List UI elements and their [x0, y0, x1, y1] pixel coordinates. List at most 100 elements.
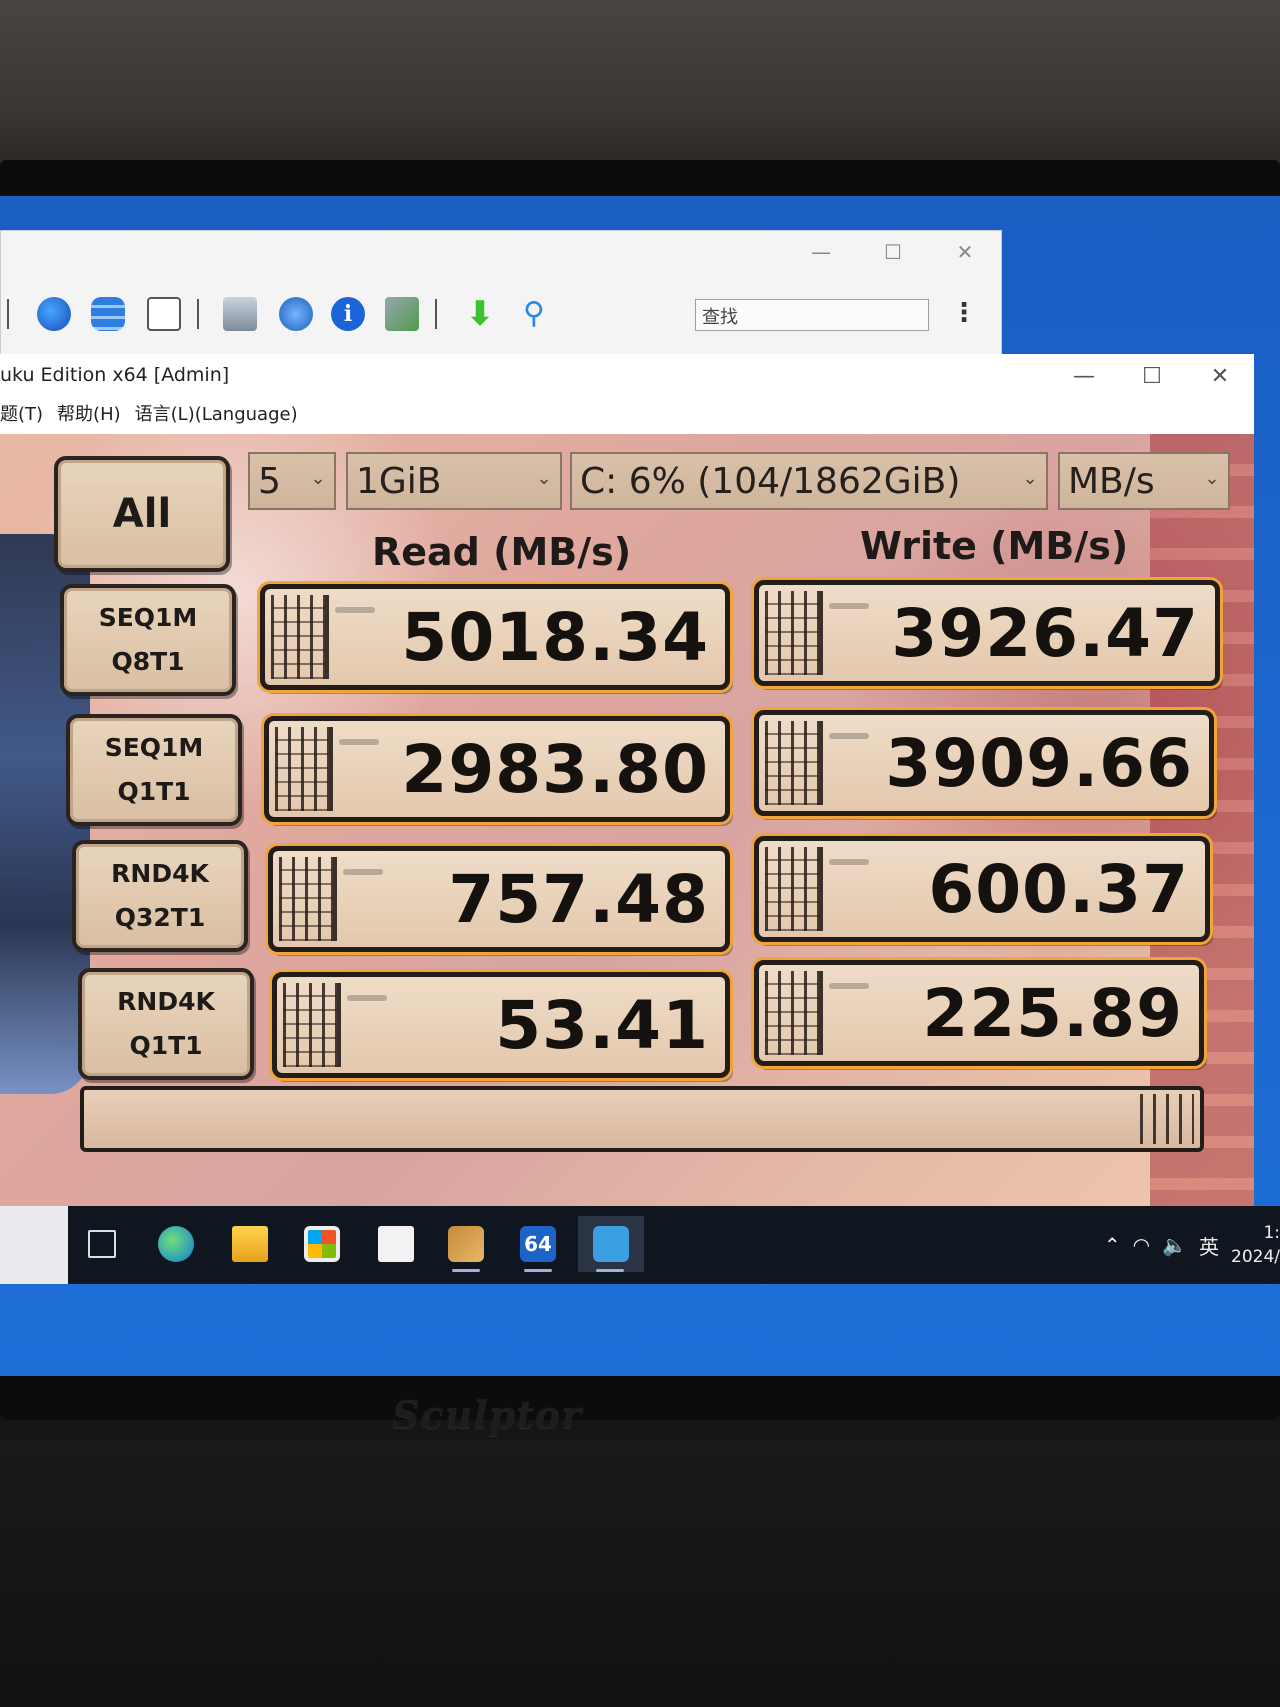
- sync-icon[interactable]: [385, 297, 419, 331]
- toolbar-separator: [435, 299, 437, 329]
- test-params: Q1T1: [117, 777, 191, 806]
- chevron-up-icon[interactable]: ⌃: [1104, 1233, 1121, 1257]
- comment-meter: [1140, 1094, 1194, 1144]
- store-icon: [304, 1226, 340, 1262]
- minimize-button[interactable]: —: [785, 231, 857, 273]
- decoration: [829, 733, 869, 739]
- menu-language[interactable]: 语言(L)(Language): [135, 400, 298, 430]
- chevron-down-icon: ⌄: [310, 468, 326, 489]
- search-input[interactable]: 查找: [695, 299, 929, 331]
- task-view-icon: [88, 1230, 116, 1258]
- write-meter: [765, 721, 823, 805]
- decoration: [829, 859, 869, 865]
- toolbar: i ⬇ ⚲ 查找 ⋮: [1, 289, 1001, 345]
- minimize-button[interactable]: —: [1050, 354, 1118, 398]
- close-button[interactable]: ✕: [929, 231, 1001, 273]
- window-title: uku Edition x64 [Admin]: [0, 364, 230, 386]
- edge-button[interactable]: [150, 1216, 202, 1272]
- monitor-icon[interactable]: [223, 297, 257, 331]
- write-result-rnd4k-q1t1: 225.89: [754, 960, 1204, 1066]
- read-meter: [283, 983, 341, 1067]
- wifi-icon[interactable]: ◠: [1133, 1233, 1150, 1257]
- toolbar-separator: [7, 299, 9, 329]
- count-select[interactable]: 5 ⌄: [248, 452, 336, 510]
- comment-field[interactable]: [80, 1086, 1204, 1152]
- store-button[interactable]: [296, 1216, 348, 1272]
- clock[interactable]: 1: 2024/: [1231, 1221, 1280, 1269]
- read-header: Read (MB/s): [372, 530, 632, 574]
- search-area[interactable]: [0, 1206, 68, 1284]
- aida64-icon: 64: [520, 1226, 556, 1262]
- read-meter: [271, 595, 329, 679]
- all-button[interactable]: All: [54, 456, 230, 572]
- unit-select[interactable]: MB/s ⌄: [1058, 452, 1230, 510]
- read-result-seq1m-q8t1: 5018.34: [260, 584, 730, 690]
- running-indicator: [524, 1269, 552, 1272]
- mail-icon: [378, 1226, 414, 1262]
- test-button-rnd4k-q32t1[interactable]: RND4K Q32T1: [72, 840, 248, 952]
- write-value: 225.89: [922, 975, 1183, 1052]
- clock-time: 1:: [1263, 1223, 1280, 1243]
- pie-chart-icon[interactable]: [37, 297, 71, 331]
- test-params: Q32T1: [114, 903, 206, 932]
- download-icon[interactable]: ⬇: [463, 297, 497, 331]
- count-value: 5: [258, 460, 281, 502]
- read-result-rnd4k-q32t1: 757.48: [268, 846, 730, 952]
- decoration: [339, 739, 379, 745]
- crystaldiskmark-button[interactable]: [578, 1216, 644, 1272]
- chevron-down-icon: ⌄: [1204, 468, 1220, 489]
- database-icon[interactable]: [91, 297, 125, 331]
- size-value: 1GiB: [356, 460, 442, 502]
- size-select[interactable]: 1GiB ⌄: [346, 452, 562, 510]
- info-icon[interactable]: i: [331, 297, 365, 331]
- test-button-seq1m-q8t1[interactable]: SEQ1M Q8T1: [60, 584, 236, 696]
- write-header: Write (MB/s): [860, 524, 1129, 568]
- chevron-down-icon: ⌄: [1022, 468, 1038, 489]
- wall-background: [0, 0, 1280, 175]
- screen: — ☐ ✕ i ⬇ ⚲ 查找 ⋮ uku Edition x64 [Admin]…: [0, 196, 1280, 1376]
- file-explorer-button[interactable]: [224, 1216, 276, 1272]
- file-explorer-icon: [232, 1226, 268, 1262]
- network-icon[interactable]: [279, 297, 313, 331]
- menu-theme[interactable]: 题(T): [0, 400, 43, 430]
- volume-icon[interactable]: 🔈: [1162, 1233, 1187, 1257]
- crystaldiskmark-icon: [593, 1226, 629, 1262]
- read-value: 2983.80: [401, 731, 709, 808]
- test-button-rnd4k-q1t1[interactable]: RND4K Q1T1: [78, 968, 254, 1080]
- main-titlebar: uku Edition x64 [Admin] — ☐ ✕: [0, 354, 1254, 398]
- write-result-seq1m-q1t1: 3909.66: [754, 710, 1214, 816]
- write-result-rnd4k-q32t1: 600.37: [754, 836, 1210, 942]
- write-value: 3909.66: [885, 725, 1193, 802]
- main-window: uku Edition x64 [Admin] — ☐ ✕ 题(T) 帮助(H)…: [0, 354, 1254, 1224]
- running-indicator: [452, 1269, 480, 1272]
- more-options-button[interactable]: ⋮: [951, 295, 977, 335]
- drive-value: C: 6% (104/1862GiB): [580, 460, 961, 502]
- test-params: Q8T1: [111, 647, 185, 676]
- monitor-brand: Sculptor: [392, 1392, 583, 1437]
- write-value: 600.37: [928, 851, 1189, 928]
- read-value: 757.48: [448, 861, 709, 938]
- task-view-button[interactable]: [76, 1216, 128, 1272]
- running-indicator: [596, 1269, 624, 1272]
- drive-select[interactable]: C: 6% (104/1862GiB) ⌄: [570, 452, 1048, 510]
- aida64-button[interactable]: 64: [512, 1216, 564, 1272]
- decoration: [343, 869, 383, 875]
- report-icon[interactable]: [147, 297, 181, 331]
- ime-indicator[interactable]: 英: [1199, 1231, 1219, 1260]
- search-icon[interactable]: ⚲: [517, 297, 551, 331]
- toolbar-separator: [197, 299, 199, 329]
- close-button[interactable]: ✕: [1186, 354, 1254, 398]
- maximize-button[interactable]: ☐: [1118, 354, 1186, 398]
- test-name: RND4K: [117, 987, 215, 1016]
- taskbar: 64 ⌃ ◠ 🔈 英 1: 2024/: [0, 1206, 1280, 1284]
- menu-help[interactable]: 帮助(H): [57, 400, 121, 430]
- test-name: SEQ1M: [98, 603, 198, 632]
- monitor-stand-area: [0, 1440, 1280, 1707]
- package-button[interactable]: [440, 1216, 492, 1272]
- mail-button[interactable]: [370, 1216, 422, 1272]
- read-result-seq1m-q1t1: 2983.80: [264, 716, 730, 822]
- package-icon: [448, 1226, 484, 1262]
- test-button-seq1m-q1t1[interactable]: SEQ1M Q1T1: [66, 714, 242, 826]
- read-value: 53.41: [495, 987, 709, 1064]
- maximize-button[interactable]: ☐: [857, 231, 929, 273]
